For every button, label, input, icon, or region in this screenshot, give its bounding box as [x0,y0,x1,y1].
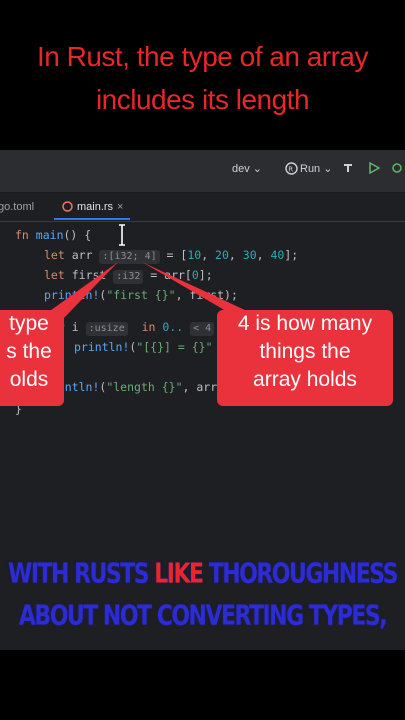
caption-line-2: ABOUT NOT CONVERTING TYPES, [18,600,388,633]
run-config-dropdown[interactable]: Run ⌄ [300,162,332,175]
svg-text:R: R [288,166,293,174]
left-callout-line-1: type [9,312,49,335]
code-line-6: println!("[{}] = {}" [74,340,213,354]
type-hint-usize: :usize [85,322,128,336]
right-callout-line-1: 4 is how many [237,312,373,335]
code-line-1: fn main() { [15,228,92,242]
right-callout-line-2: things the [259,340,351,363]
build-icon[interactable] [342,162,354,177]
editor-tabs: go.toml main.rs × [0,193,405,222]
left-callout: type s the olds [0,310,64,406]
left-callout-line-2: s the [6,340,52,363]
text-cursor-icon [118,224,126,246]
rust-file-icon [62,201,73,215]
right-callout-line-3: array holds [253,368,357,391]
type-hint-i32: :i32 [113,270,144,284]
debug-icon[interactable] [391,162,403,177]
code-line-4: println!("first {}", first); [44,288,238,302]
code-line-3: let first :i32 = arr[0]; [44,268,213,284]
headline-line-1: In Rust, the type of an array [36,41,369,72]
tab-cargo-toml[interactable]: go.toml [0,201,34,213]
code-line-5: for i :usize in 0.. < 4 { [44,320,228,336]
headline-line-2: includes its length [95,84,310,115]
right-callout: 4 is how many things the array holds [217,310,393,406]
close-tab-icon[interactable]: × [117,201,123,213]
active-tab-indicator [54,218,130,220]
ide-toolbar: dev ⌄ R Run ⌄ [0,150,405,193]
code-line-2: let arr :[i32; 4] = [10, 20, 30, 40]; [44,248,299,264]
range-hint: < 4 [190,322,215,336]
branch-selector[interactable]: dev ⌄ [232,162,262,175]
run-icon[interactable] [368,161,381,177]
type-hint-array: :[i32; 4] [99,250,160,264]
run-config-icon[interactable]: R [285,162,298,178]
caption-line-1: WITH RUSTS LIKE THOROUGHNESS [8,558,398,591]
left-callout-line-3: olds [9,368,49,391]
tab-main-rs[interactable]: main.rs [77,201,113,213]
